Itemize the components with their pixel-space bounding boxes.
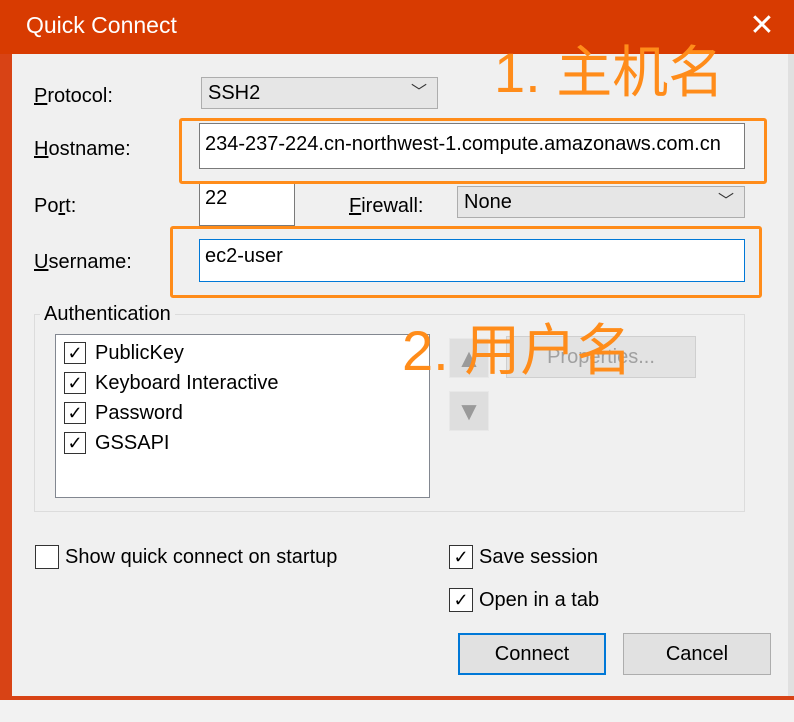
- port-value: 22: [205, 187, 228, 209]
- checkmark-icon[interactable]: ✓: [64, 372, 86, 394]
- checkmark-icon[interactable]: ✓: [449, 545, 473, 569]
- checkmark-icon[interactable]: ✓: [449, 588, 473, 612]
- hostname-annotation-text: 1. 主机名: [494, 41, 725, 104]
- window-title: Quick Connect: [26, 12, 177, 38]
- connect-button[interactable]: Connect: [458, 633, 606, 675]
- port-label: Port:: [34, 195, 77, 217]
- window-shadow: [0, 700, 794, 722]
- quick-connect-dialog: Quick Connect ✕ Protocol: SSH2 ﹀ Hostnam…: [0, 0, 794, 700]
- protocol-label: Protocol:: [34, 85, 113, 107]
- show-on-startup-option[interactable]: Show quick connect on startup: [35, 545, 337, 569]
- hostname-annotation-box: [179, 118, 767, 184]
- auth-method-label: Password: [95, 401, 183, 424]
- auth-method-keyboard-interactive[interactable]: ✓ Keyboard Interactive: [64, 369, 278, 397]
- cancel-button[interactable]: Cancel: [623, 633, 771, 675]
- auth-method-label: GSSAPI: [95, 431, 170, 454]
- save-session-label: Save session: [479, 545, 598, 568]
- firewall-label: Firewall:: [349, 195, 424, 217]
- username-annotation-text: 2. 用户名: [402, 319, 633, 382]
- auth-method-gssapi[interactable]: ✓ GSSAPI: [64, 429, 169, 457]
- checkbox-unchecked-icon[interactable]: [35, 545, 59, 569]
- save-session-option[interactable]: ✓ Save session: [449, 545, 598, 569]
- checkmark-icon[interactable]: ✓: [64, 342, 86, 364]
- auth-method-label: Keyboard Interactive: [95, 371, 279, 394]
- window-border-left: [0, 0, 12, 700]
- chevron-down-icon: ﹀: [717, 193, 734, 210]
- checkmark-icon[interactable]: ✓: [64, 432, 86, 454]
- window-border-right: [788, 0, 794, 700]
- firewall-select[interactable]: None ﹀: [457, 186, 745, 218]
- port-input[interactable]: 22: [199, 182, 295, 226]
- triangle-down-icon: ▼: [456, 395, 482, 426]
- move-down-button[interactable]: ▼: [449, 391, 489, 431]
- close-icon[interactable]: ✕: [744, 8, 780, 44]
- chevron-down-icon: ﹀: [410, 84, 427, 101]
- auth-method-password[interactable]: ✓ Password: [64, 399, 183, 427]
- firewall-value: None: [464, 191, 512, 213]
- auth-method-publickey[interactable]: ✓ PublicKey: [64, 339, 184, 367]
- open-in-tab-label: Open in a tab: [479, 588, 600, 611]
- hostname-label: Hostname:: [34, 138, 131, 160]
- show-on-startup-label: Show quick connect on startup: [65, 545, 338, 568]
- protocol-select[interactable]: SSH2 ﹀: [201, 77, 438, 109]
- auth-method-label: PublicKey: [95, 341, 184, 364]
- checkmark-icon[interactable]: ✓: [64, 402, 86, 424]
- open-in-tab-option[interactable]: ✓ Open in a tab: [449, 588, 599, 612]
- protocol-value: SSH2: [208, 82, 261, 104]
- hostname-label-rest: ostname:: [48, 138, 131, 160]
- auth-methods-list[interactable]: ✓ PublicKey ✓ Keyboard Interactive ✓ Pas…: [55, 334, 430, 498]
- protocol-label-rest: rotocol:: [47, 85, 113, 107]
- username-annotation-box: [170, 226, 762, 298]
- username-label: Username:: [34, 251, 132, 273]
- authentication-group-title: Authentication: [40, 303, 175, 326]
